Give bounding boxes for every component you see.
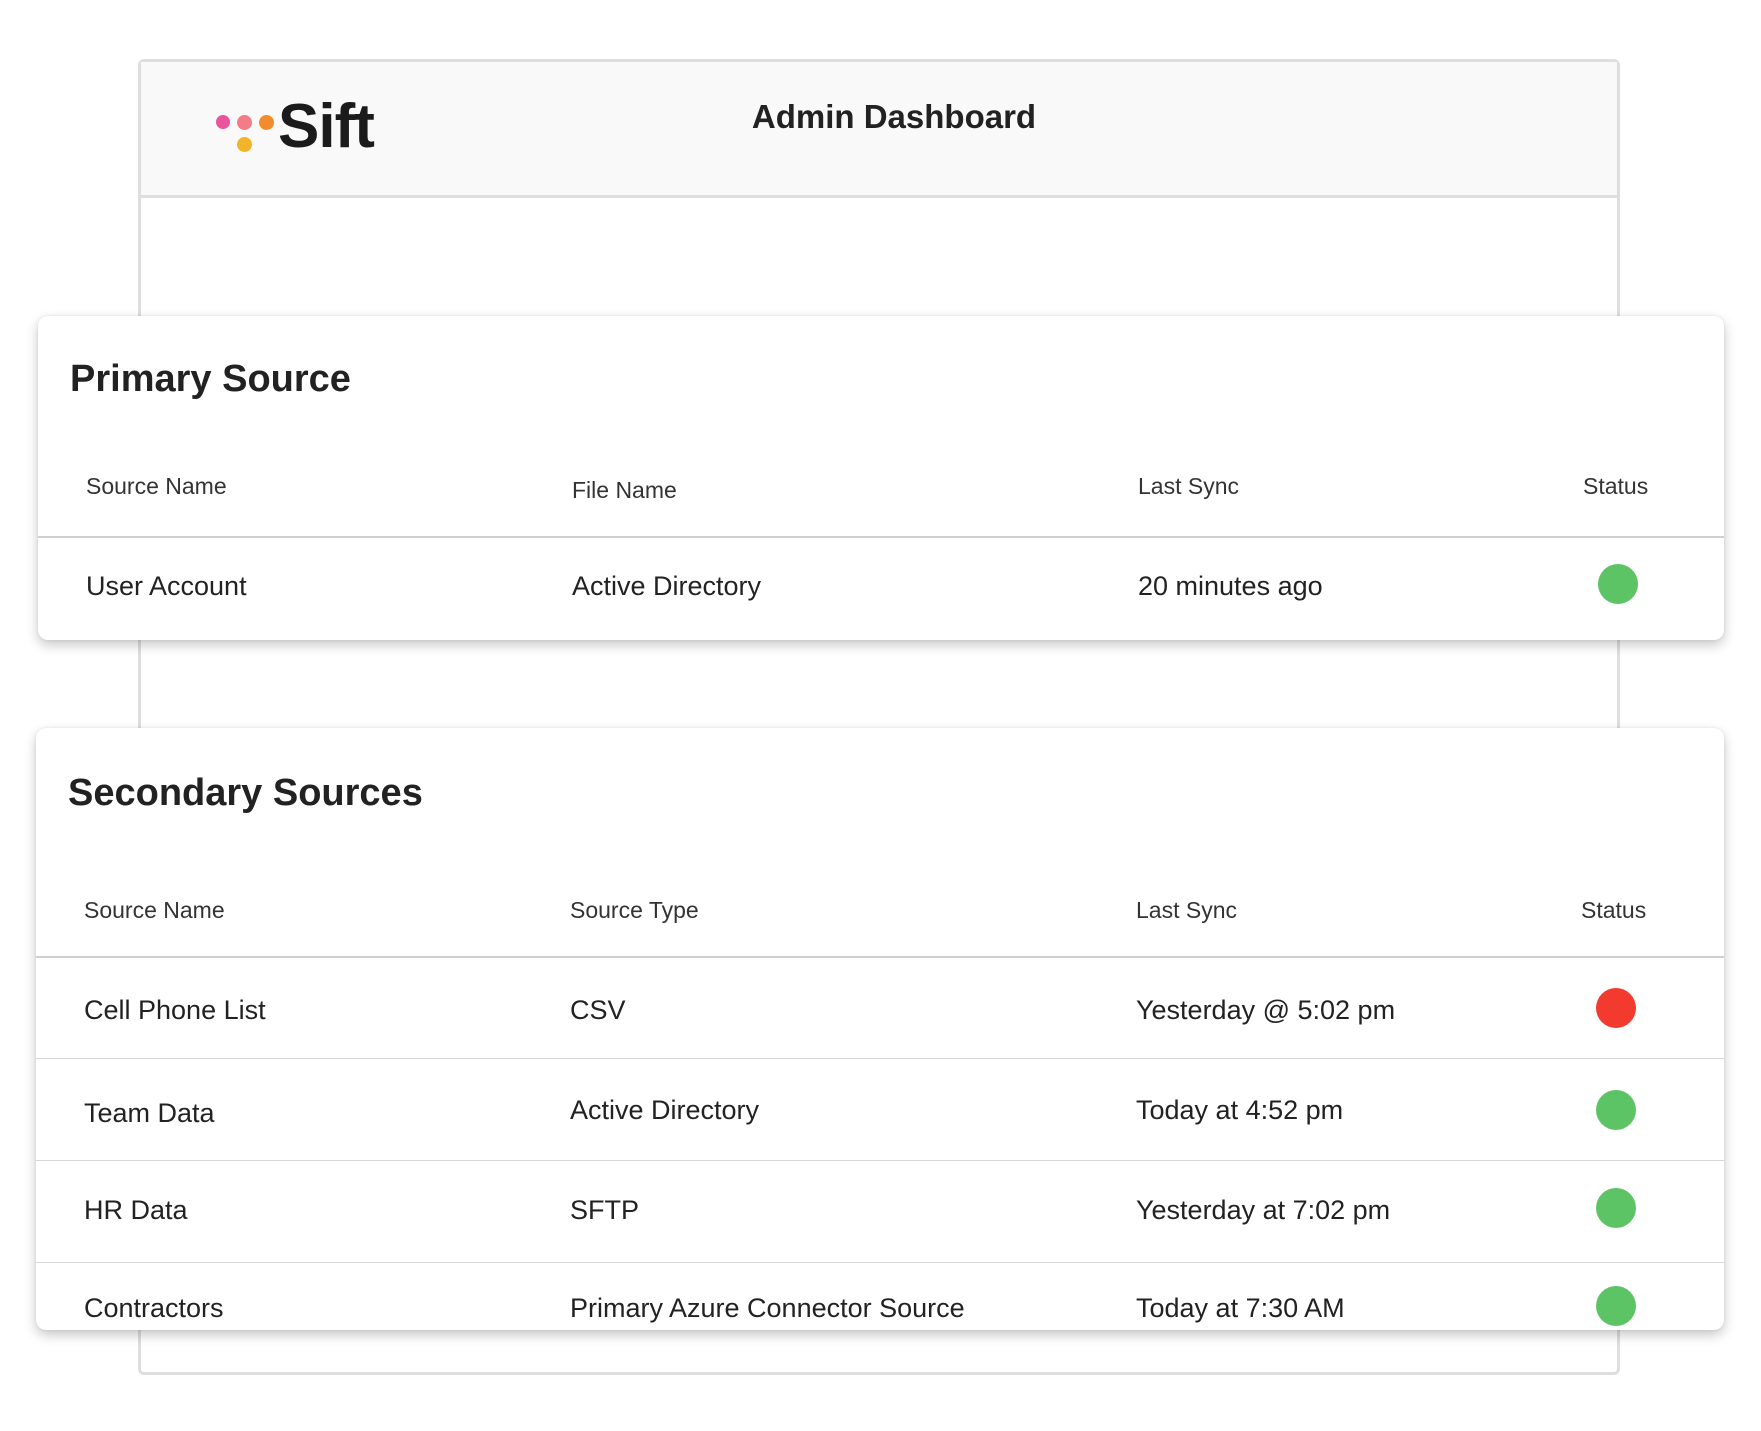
app-header: Sift Admin Dashboard: [141, 62, 1617, 198]
cell-last-sync: Today at 7:30 AM: [1136, 1293, 1345, 1323]
primary-source-card: Primary Source Source Name File Name Las…: [38, 316, 1724, 640]
status-error-indicator: [1596, 988, 1636, 1028]
table-row[interactable]: Contractors Primary Azure Connector Sour…: [36, 1264, 1724, 1330]
column-header-source-name: Source Name: [84, 897, 225, 923]
table-row[interactable]: HR Data SFTP Yesterday at 7:02 pm: [36, 1162, 1724, 1263]
cell-source-name: Contractors: [84, 1293, 224, 1323]
primary-source-title: Primary Source: [70, 358, 351, 400]
table-row[interactable]: User Account Active Directory 20 minutes…: [38, 538, 1724, 638]
secondary-sources-title: Secondary Sources: [68, 772, 423, 814]
cell-source-type: CSV: [570, 995, 626, 1025]
column-header-status: Status: [1583, 473, 1649, 499]
column-header-status: Status: [1581, 897, 1647, 923]
primary-table-header: Source Name File Name Last Sync Status: [38, 446, 1724, 538]
cell-last-sync: Today at 4:52 pm: [1136, 1095, 1344, 1125]
table-row[interactable]: Cell Phone List CSV Yesterday @ 5:02 pm: [36, 958, 1724, 1059]
cell-source-name: HR Data: [84, 1195, 188, 1225]
cell-source-name: Cell Phone List: [84, 995, 266, 1025]
logo-dot-yellow: [237, 137, 252, 152]
column-header-file-name: File Name: [572, 477, 677, 503]
column-header-last-sync: Last Sync: [1138, 473, 1239, 499]
cell-source-name: User Account: [86, 571, 247, 601]
cell-source-type: SFTP: [570, 1195, 640, 1225]
secondary-sources-card: Secondary Sources Source Name Source Typ…: [36, 728, 1724, 1330]
table-row[interactable]: Team Data Active Directory Today at 4:52…: [36, 1060, 1724, 1161]
cell-last-sync: 20 minutes ago: [1138, 571, 1323, 601]
cell-source-type: Active Directory: [570, 1095, 760, 1125]
cell-last-sync: Yesterday at 7:02 pm: [1136, 1195, 1391, 1225]
cell-source-type: Primary Azure Connector Source: [570, 1293, 965, 1323]
column-header-source-name: Source Name: [86, 473, 227, 499]
cell-file-name: Active Directory: [572, 571, 762, 601]
page-title: Admin Dashboard: [751, 98, 1037, 135]
cell-source-name: Team Data: [84, 1098, 215, 1128]
column-header-last-sync: Last Sync: [1136, 897, 1237, 923]
secondary-table-header: Source Name Source Type Last Sync Status: [36, 864, 1724, 958]
status-ok-indicator: [1596, 1090, 1636, 1130]
status-ok-indicator: [1598, 564, 1638, 604]
status-ok-indicator: [1596, 1286, 1636, 1326]
status-ok-indicator: [1596, 1188, 1636, 1228]
cell-last-sync: Yesterday @ 5:02 pm: [1136, 995, 1396, 1025]
column-header-source-type: Source Type: [570, 897, 699, 923]
